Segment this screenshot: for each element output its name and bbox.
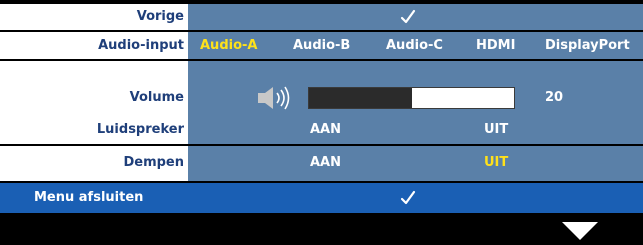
- exit-checkmark-icon[interactable]: [400, 190, 416, 206]
- row-vorige-label[interactable]: Vorige: [137, 9, 184, 25]
- menu-exit-label[interactable]: Menu afsluiten: [34, 190, 143, 206]
- option-luidspreker-aan[interactable]: AAN: [310, 122, 341, 138]
- vorige-checkmark-icon[interactable]: [400, 9, 416, 25]
- option-luidspreker-uit[interactable]: UIT: [484, 122, 508, 138]
- volume-value: 20: [545, 90, 564, 105]
- option-dempen-uit[interactable]: UIT: [484, 155, 508, 171]
- option-audio-b[interactable]: Audio-B: [293, 38, 350, 54]
- option-hdmi[interactable]: HDMI: [476, 38, 515, 54]
- option-dempen-aan[interactable]: AAN: [310, 155, 341, 171]
- row-audio-input-label: Audio-input: [98, 38, 184, 53]
- volume-slider-fill: [309, 88, 412, 108]
- osd-menu: Vorige Audio-input Audio-A Audio-B Audio…: [0, 0, 643, 245]
- row-volume-label: Volume: [129, 90, 184, 105]
- option-displayport[interactable]: DisplayPort: [545, 38, 630, 54]
- option-audio-a[interactable]: Audio-A: [200, 38, 257, 54]
- volume-slider[interactable]: [308, 87, 515, 109]
- option-audio-c[interactable]: Audio-C: [386, 38, 443, 54]
- row-luidspreker-label: Luidspreker: [96, 122, 184, 137]
- down-triangle-icon[interactable]: [562, 222, 598, 240]
- speaker-icon: [256, 84, 292, 112]
- row-dempen-label: Dempen: [123, 155, 184, 170]
